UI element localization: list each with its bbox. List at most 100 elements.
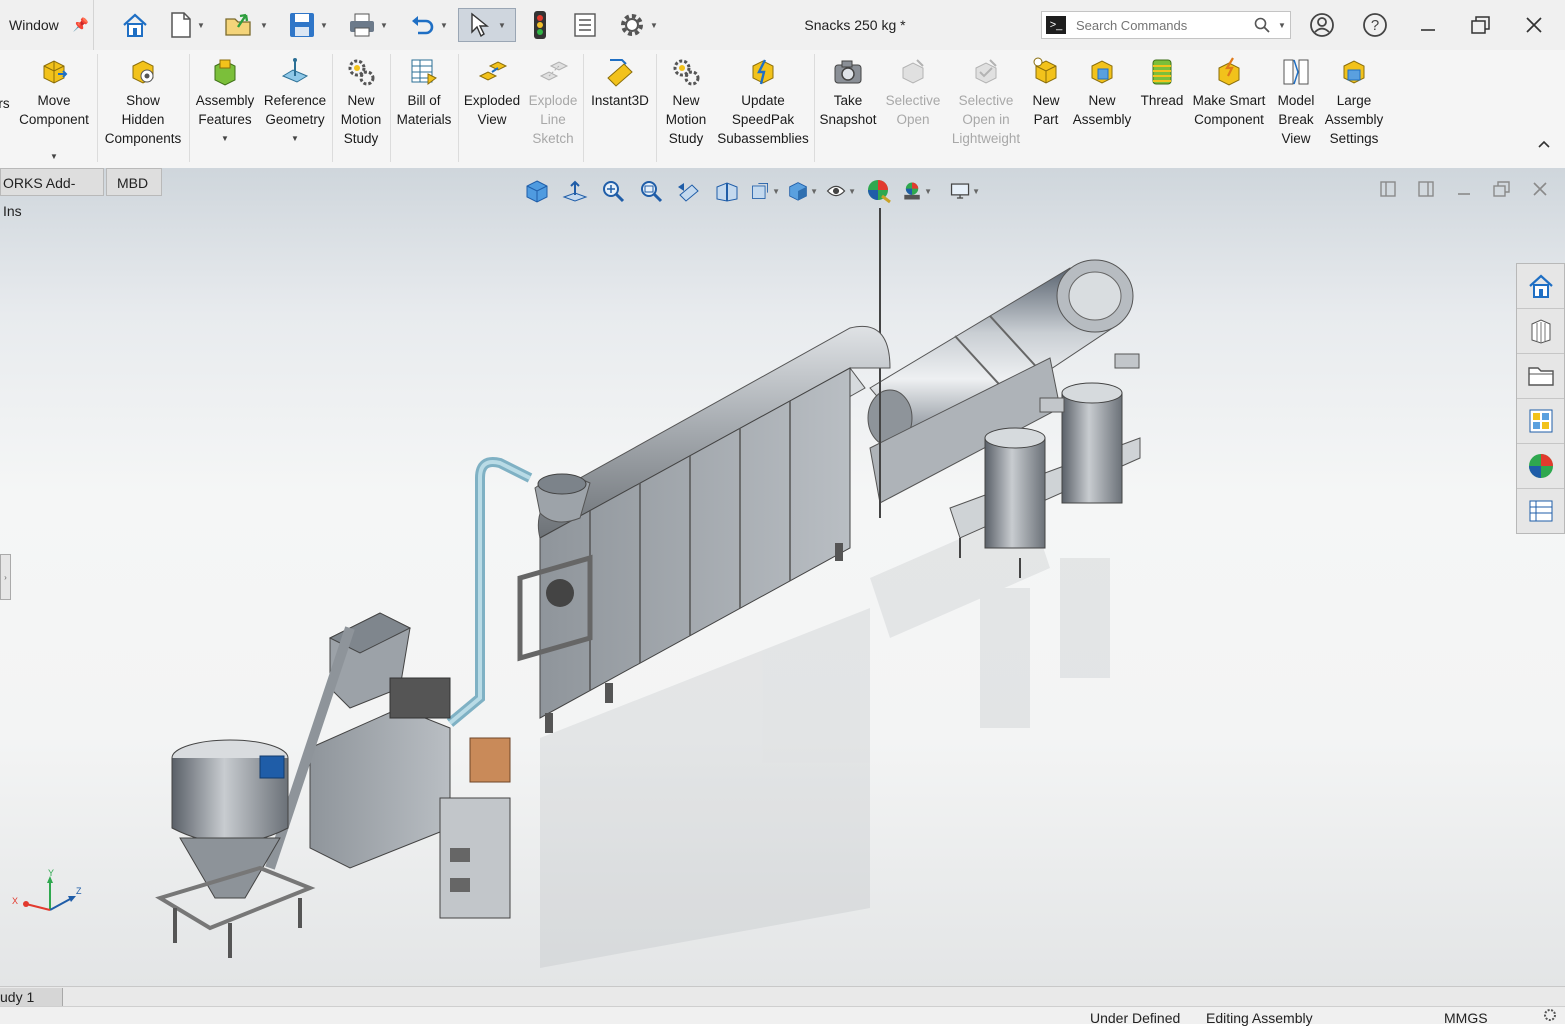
reference-geometry-button[interactable]: Reference Geometry ▼ [260,56,330,148]
new-assembly-button[interactable]: New Assembly [1068,56,1136,129]
zoom-to-area-button[interactable] [636,176,666,206]
viewport-close-button[interactable] [1528,178,1552,200]
ribbon-separator [814,54,815,162]
collapse-ribbon-button[interactable] [1538,138,1550,152]
zoom-to-fit-button[interactable] [598,176,628,206]
view-orientation-button[interactable]: ▼ [750,176,780,206]
custom-properties-tab[interactable] [1517,489,1564,533]
ribbon-button-label: Update SpeedPak Subassemblies [717,93,809,146]
ribbon-button-label: rs [0,96,10,111]
tab-mbd[interactable]: MBD [106,168,162,196]
gear-icon [621,14,644,36]
chevron-down-icon[interactable]: ▼ [972,187,980,196]
select-button[interactable]: ▼ [458,8,516,42]
unit-system-selector[interactable]: MMGS [1444,1010,1488,1026]
undo-button[interactable]: ▼ [404,8,454,42]
tile-right-button[interactable] [1414,178,1438,200]
feature-manager-collapse-handle[interactable]: › [0,554,11,600]
viewport-minimize-button[interactable] [1452,178,1476,200]
apply-scene-button[interactable]: ▼ [902,176,932,206]
edit-appearance-button[interactable] [864,176,894,206]
make-smart-component-button[interactable]: Make Smart Component [1190,56,1268,129]
minimize-button[interactable] [1405,0,1451,50]
new-motion-study-button[interactable]: New Motion Study [334,56,388,148]
chevron-down-icon[interactable]: ▼ [924,187,932,196]
help-button[interactable]: ? [1352,0,1398,50]
chevron-down-icon[interactable]: ▼ [380,21,388,30]
solidworks-resources-tab[interactable] [1517,264,1564,309]
chevron-down-icon[interactable]: ▼ [320,21,328,30]
chevron-down-icon[interactable]: ▼ [810,187,818,196]
thread-button[interactable]: Thread [1136,56,1188,110]
smart-component-icon [1218,57,1240,86]
hide-show-items-button[interactable]: ▼ [826,176,856,206]
new-part-button[interactable]: New Part [1026,56,1066,129]
exploded-view-button[interactable]: Exploded View [460,56,524,129]
search-commands-box[interactable]: >_ ▼ [1041,11,1291,39]
graphics-area[interactable]: ▼ ▼ ▼ ▼ ▼ › Y Z X [0,168,1565,986]
print-button[interactable]: ▼ [342,8,394,42]
normal-to-button[interactable] [560,176,590,206]
customize-status-icon[interactable] [1543,1008,1557,1025]
new-document-button[interactable]: ▼ [162,8,212,42]
chevron-down-icon[interactable]: ▼ [848,187,856,196]
restore-button[interactable] [1458,0,1504,50]
design-library-tab[interactable] [1517,309,1564,354]
section-view-button[interactable] [712,176,742,206]
chevron-down-icon[interactable]: ▼ [1278,21,1286,30]
display-style-button[interactable]: ▼ [788,176,818,206]
selective-open-lightweight-button[interactable]: Selective Open in Lightweight [946,56,1026,148]
chevron-down-icon[interactable]: ▼ [197,21,205,30]
rebuild-button[interactable] [526,8,554,42]
ribbon-button-partial[interactable]: rs [0,94,10,113]
gear-icon [1544,1009,1556,1021]
chevron-down-icon[interactable]: ▼ [291,129,299,148]
minimize-icon [1458,193,1470,195]
window-menu[interactable]: Window 📌 [0,0,94,50]
motion-study-tab[interactable]: udy 1 [0,988,63,1006]
move-component-button[interactable]: Move Component ▼ [12,56,96,166]
ribbon-separator [390,54,391,162]
large-assembly-settings-button[interactable]: Large Assembly Settings [1322,56,1386,148]
take-snapshot-button[interactable]: Take Snapshot [816,56,880,129]
instant3d-button[interactable]: Instant3D [586,56,654,110]
raw-material-mixer[interactable] [155,739,316,958]
bill-of-materials-button[interactable]: Bill of Materials [392,56,456,129]
tile-left-button[interactable] [1376,178,1400,200]
explode-line-sketch-button[interactable]: Explode Line Sketch [524,56,582,148]
chevron-down-icon[interactable]: ▼ [772,187,780,196]
tab-addins[interactable]: ORKS Add-Ins [0,168,104,219]
options-button[interactable]: ▼ [610,8,666,42]
home-button[interactable] [118,8,152,42]
chevron-down-icon[interactable]: ▼ [498,21,506,30]
close-button[interactable] [1511,0,1557,50]
file-properties-button[interactable] [570,8,600,42]
assembly-model[interactable] [150,208,1160,968]
open-button[interactable]: ▼ [220,8,272,42]
chevron-down-icon[interactable]: ▼ [260,21,268,30]
selective-open-button[interactable]: Selective Open [882,56,944,129]
extruder-unit[interactable] [265,612,511,919]
motion-study-icon [673,59,700,86]
previous-view-button[interactable] [674,176,704,206]
appearances-tab[interactable] [1517,444,1564,489]
account-button[interactable] [1299,0,1345,50]
file-explorer-tab[interactable] [1517,354,1564,399]
chevron-down-icon[interactable]: ▼ [221,129,229,148]
chevron-down-icon[interactable]: ▼ [50,147,58,166]
new-motion-study-button-2[interactable]: New Motion Study [660,56,712,148]
assembly-features-button[interactable]: Assembly Features ▼ [192,56,258,148]
update-speedpak-button[interactable]: Update SpeedPak Subassemblies [714,56,812,148]
view-cube-button[interactable] [522,176,552,206]
view-settings-button[interactable]: ▼ [950,176,980,206]
search-input[interactable] [1074,16,1248,34]
chevron-down-icon[interactable]: ▼ [650,21,658,30]
save-button[interactable]: ▼ [282,8,334,42]
viewport-restore-button[interactable] [1490,178,1514,200]
task-pane-tabs [1516,263,1565,534]
pin-icon[interactable]: 📌 [73,17,89,33]
model-break-view-button[interactable]: Model Break View [1270,56,1322,148]
show-hidden-components-button[interactable]: Show Hidden Components [100,56,186,148]
view-palette-tab[interactable] [1517,399,1564,444]
chevron-down-icon[interactable]: ▼ [440,21,448,30]
